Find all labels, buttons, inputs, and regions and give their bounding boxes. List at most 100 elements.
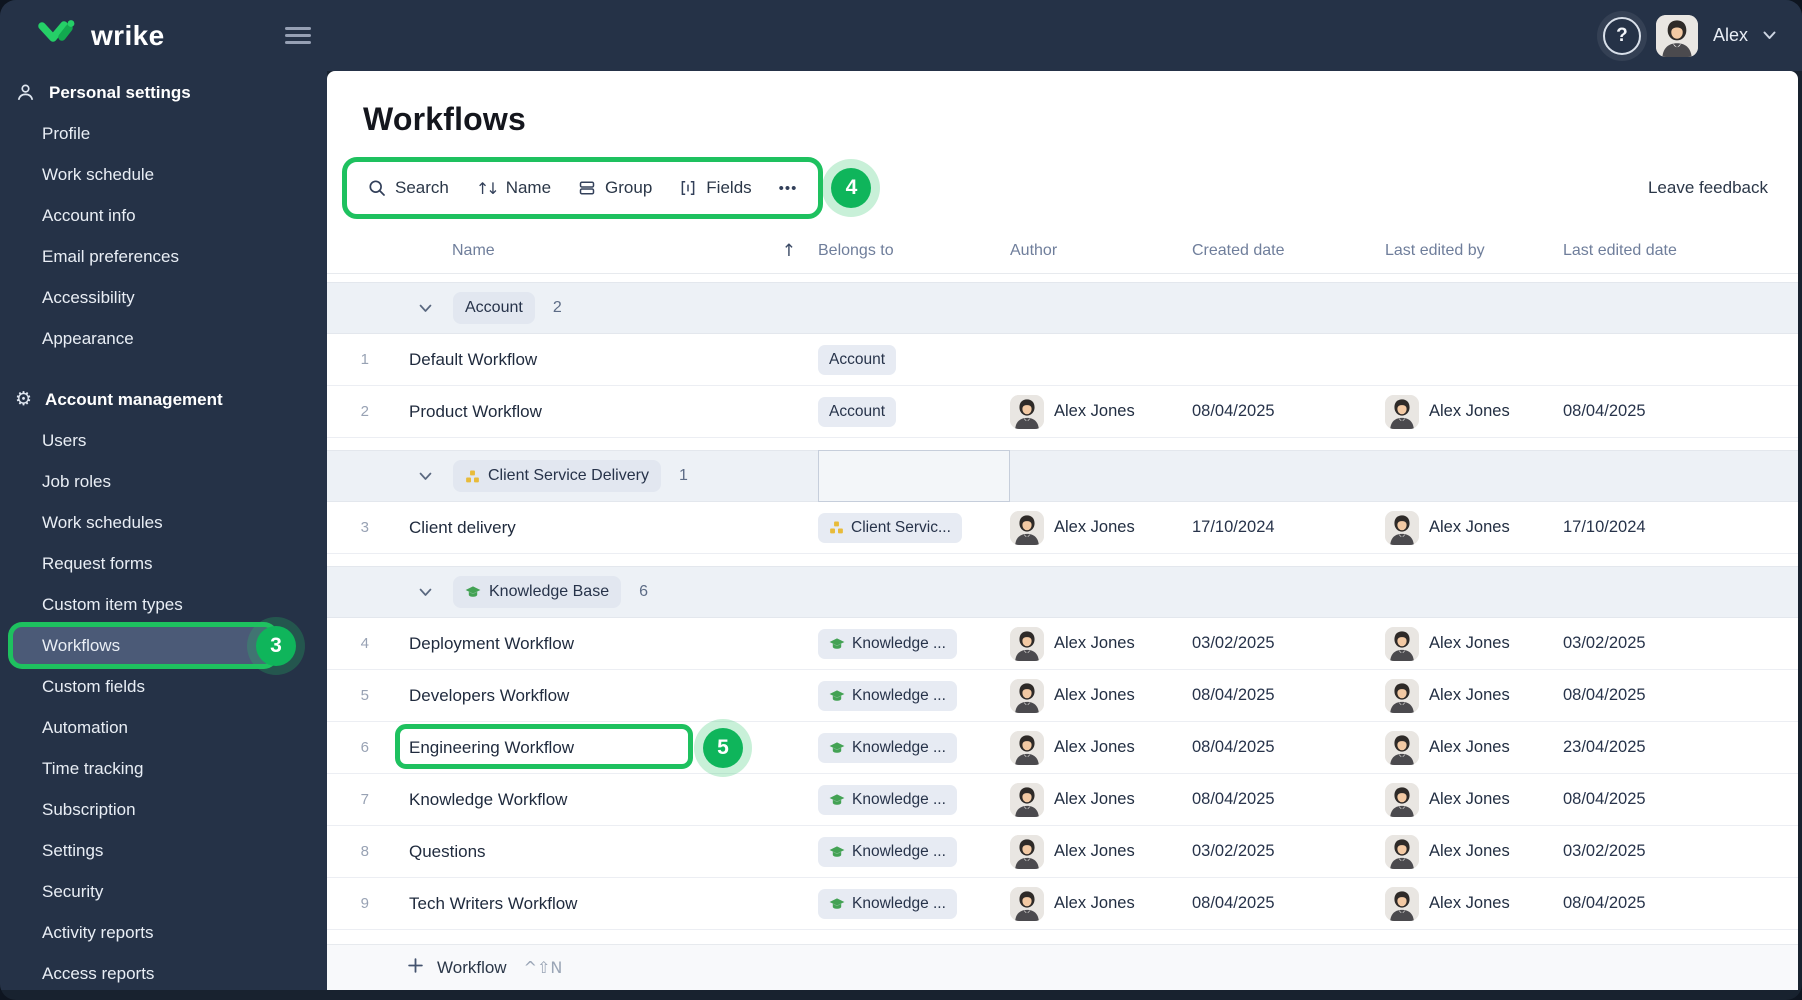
sidebar-item-automation[interactable]: Automation <box>0 707 327 748</box>
fields-button[interactable]: Fields <box>679 178 752 198</box>
chevron-down-icon[interactable] <box>419 304 432 313</box>
workflow-name[interactable]: Engineering Workflow <box>383 738 818 758</box>
sidebar-item-label: Security <box>42 881 104 901</box>
table-row[interactable]: 5 6 Engineering Workflow Knowledge ... Alex … <box>327 719 1798 777</box>
workflow-name[interactable]: Questions <box>383 842 818 862</box>
belongs-to-pill[interactable]: Client Servic... <box>818 512 962 543</box>
workflow-name[interactable]: Client delivery <box>383 518 818 538</box>
toolbar-annotation-box: Search ↑↓ Name Group Fields ••• <box>342 157 824 219</box>
sidebar-item-job-roles[interactable]: Job roles <box>0 461 327 502</box>
last-edited-by-cell: Alex Jones <box>1385 782 1563 817</box>
group-label: Account <box>465 299 523 316</box>
chevron-down-icon[interactable] <box>419 588 432 597</box>
sidebar-item-label: Work schedules <box>42 512 163 532</box>
sidebar-item-email-preferences[interactable]: Email preferences <box>0 236 327 277</box>
belongs-to-pill[interactable]: Knowledge ... <box>818 680 957 711</box>
column-header-belongs-to[interactable]: Belongs to <box>818 242 1010 260</box>
sidebar-item-settings[interactable]: Settings <box>0 830 327 871</box>
author-name: Alex Jones <box>1054 738 1135 756</box>
sidebar-item-access-reports[interactable]: Access reports <box>0 953 327 990</box>
table-row[interactable]: 4 Deployment Workflow Knowledge ... Alex Jo… <box>327 618 1798 670</box>
search-button[interactable]: Search <box>368 178 449 198</box>
user-avatar[interactable] <box>1655 14 1698 57</box>
hamburger-menu-icon[interactable] <box>285 24 311 46</box>
belongs-to-pill[interactable]: Knowledge ... <box>818 836 957 867</box>
last-edited-date: 03/02/2025 <box>1563 634 1646 652</box>
workflow-name[interactable]: Developers Workflow <box>383 686 818 706</box>
toolbar-button-label: Search <box>395 178 449 197</box>
workflow-name[interactable]: Product Workflow <box>383 402 818 422</box>
sidebar-item-work-schedules[interactable]: Work schedules <box>0 502 327 543</box>
belongs-to-label: Knowledge ... <box>852 894 946 912</box>
group-row[interactable]: Knowledge Base 6 <box>327 566 1798 618</box>
last-edited-date: 23/04/2025 <box>1563 738 1646 756</box>
group-pill[interactable]: Knowledge Base <box>453 576 622 608</box>
workflow-name[interactable]: Default Workflow <box>383 350 818 370</box>
column-header-last-edited-by[interactable]: Last edited by <box>1385 242 1563 260</box>
column-header-name[interactable]: Name ↑ <box>383 241 818 261</box>
workflow-name[interactable]: Tech Writers Workflow <box>383 894 818 914</box>
help-icon[interactable]: ? <box>1602 16 1641 55</box>
leave-feedback-link[interactable]: Leave feedback <box>1648 178 1768 198</box>
group-row[interactable]: Client Service Delivery 1 <box>327 450 1798 502</box>
page-title: Workflows <box>363 101 527 137</box>
sidebar-item-users[interactable]: Users <box>0 420 327 461</box>
user-name[interactable]: Alex <box>1713 25 1748 46</box>
sidebar-item-work-schedule[interactable]: Work schedule <box>0 154 327 195</box>
chevron-down-icon[interactable] <box>1763 31 1776 40</box>
belongs-to-cell: Client Servic... <box>818 512 1010 543</box>
sidebar-item-security[interactable]: Security <box>0 871 327 912</box>
sidebar-item-appearance[interactable]: Appearance <box>0 318 327 359</box>
belongs-to-pill[interactable]: Knowledge ... <box>818 888 957 919</box>
sidebar-item-profile[interactable]: Profile <box>0 113 327 154</box>
add-workflow-button[interactable]: Workflow <box>437 958 507 978</box>
table-row[interactable]: 3 Client delivery Client Servic... Alex Jon… <box>327 502 1798 554</box>
column-header-last-edited-date[interactable]: Last edited date <box>1563 242 1798 260</box>
sidebar-item-activity-reports[interactable]: Activity reports <box>0 912 327 953</box>
sidebar-item-subscription[interactable]: Subscription <box>0 789 327 830</box>
belongs-to-pill[interactable]: Knowledge ... <box>818 784 957 815</box>
workflow-name[interactable]: Knowledge Workflow <box>383 790 818 810</box>
author-avatar <box>1010 626 1044 661</box>
sidebar-item-accessibility[interactable]: Accessibility <box>0 277 327 318</box>
sort-ascending-icon[interactable]: ↑ <box>782 241 796 261</box>
annotation-badge-5: 5 <box>694 719 752 777</box>
toolbar-button-label: Name <box>505 178 552 197</box>
author-avatar <box>1010 782 1044 817</box>
group-row[interactable]: Account 2 <box>327 282 1798 334</box>
workflow-name[interactable]: Deployment Workflow <box>383 634 818 654</box>
sidebar-item-workflows[interactable]: 3 Workflows <box>0 617 327 675</box>
table-row[interactable]: 7 Knowledge Workflow Knowledge ... Alex Jon… <box>327 774 1798 826</box>
belongs-to-pill[interactable]: Knowledge ... <box>818 628 957 659</box>
belongs-to-pill[interactable]: Account <box>818 344 897 375</box>
sort-by-name-button[interactable]: ↑↓ Name <box>476 178 551 198</box>
sidebar-item-request-forms[interactable]: Request forms <box>0 543 327 584</box>
editor-name: Alex Jones <box>1429 402 1510 420</box>
group-button[interactable]: Group <box>578 178 652 198</box>
author-name: Alex Jones <box>1054 518 1135 536</box>
table-row[interactable]: 5 Developers Workflow Knowledge ... Alex Jo… <box>327 670 1798 722</box>
table-row[interactable]: 1 Default Workflow Account <box>327 334 1798 386</box>
belongs-to-pill[interactable]: Knowledge ... <box>818 732 957 763</box>
table-row[interactable]: 9 Tech Writers Workflow Knowledge ... Alex … <box>327 878 1798 930</box>
editor-avatar <box>1385 678 1419 713</box>
row-number: 4 <box>360 635 369 652</box>
group-pill[interactable]: Account <box>453 292 535 324</box>
more-options-button[interactable]: ••• <box>779 180 798 197</box>
table-row[interactable]: 2 Product Workflow Account Alex Jones 08/04/… <box>327 386 1798 438</box>
row-number: 3 <box>360 519 369 536</box>
chevron-down-icon[interactable] <box>419 472 432 481</box>
cap-icon <box>465 584 481 600</box>
column-header-created-date[interactable]: Created date <box>1192 242 1385 260</box>
wrike-logo[interactable]: wrike <box>0 17 165 54</box>
last-edited-date: 08/04/2025 <box>1563 686 1646 704</box>
column-header-author[interactable]: Author <box>1010 242 1192 260</box>
table-row[interactable]: 8 Questions Knowledge ... Alex Jones 03/02/2… <box>327 826 1798 878</box>
belongs-to-pill[interactable]: Account <box>818 396 897 427</box>
group-pill[interactable]: Client Service Delivery <box>453 460 661 492</box>
row-number: 1 <box>360 351 369 368</box>
belongs-to-label: Client Servic... <box>851 518 951 536</box>
row-number: 2 <box>360 403 369 420</box>
sidebar-item-time-tracking[interactable]: Time tracking <box>0 748 327 789</box>
sidebar-item-account-info[interactable]: Account info <box>0 195 327 236</box>
